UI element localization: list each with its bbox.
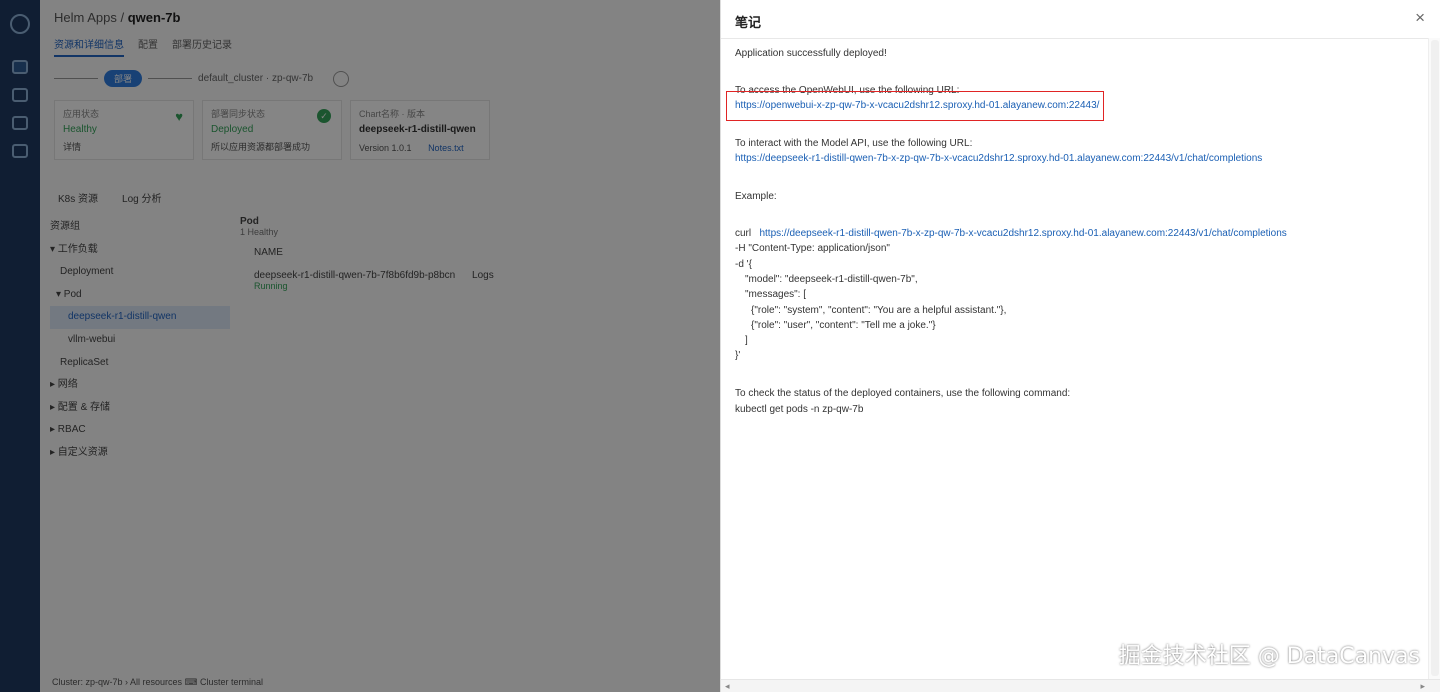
close-icon[interactable]: × — [1415, 8, 1425, 28]
vertical-scrollbar[interactable] — [1428, 38, 1440, 680]
horizontal-scrollbar[interactable]: ◂ ▸ — [721, 679, 1440, 692]
api-url-line: https://deepseek-r1-distill-qwen-7b-x-zp… — [735, 153, 1262, 164]
example-label: Example: — [735, 191, 777, 202]
curl-data-open: -d '{ — [735, 259, 752, 270]
header-divider — [721, 38, 1440, 39]
curl-data-close: }' — [735, 350, 741, 361]
url-highlight-box — [726, 91, 1104, 121]
kubectl-command: kubectl get pods -n zp-qw-7b — [735, 404, 864, 415]
curl-prefix: curl — [735, 228, 752, 239]
scroll-right-icon[interactable]: ▸ — [1420, 680, 1425, 692]
curl-user-message: {"role": "user", "content": "Tell me a j… — [751, 320, 936, 331]
scroll-thumb[interactable] — [1431, 40, 1439, 676]
curl-messages: "messages": [ — [745, 289, 807, 300]
curl-model: "model": "deepseek-r1-distill-qwen-7b", — [745, 274, 918, 285]
curl-line: curl https://deepseek-r1-distill-qwen-7b… — [735, 228, 1287, 239]
check-instruction: To check the status of the deployed cont… — [735, 388, 1071, 399]
watermark: 掘金技术社区 @ DataCanvas — [1118, 644, 1420, 669]
deploy-success-text: Application successfully deployed! — [735, 48, 887, 59]
api-instruction: To interact with the Model API, use the … — [735, 138, 973, 149]
curl-url-link[interactable]: https://deepseek-r1-distill-qwen-7b-x-zp… — [759, 228, 1286, 239]
curl-header: -H "Content-Type: application/json" — [735, 243, 890, 254]
api-url-link[interactable]: https://deepseek-r1-distill-qwen-7b-x-zp… — [735, 153, 1262, 164]
curl-system-message: {"role": "system", "content": "You are a… — [751, 305, 1007, 316]
scroll-left-icon[interactable]: ◂ — [725, 680, 730, 692]
curl-array-close: ] — [745, 335, 748, 346]
drawer-title: 笔记 — [735, 15, 762, 30]
modal-overlay[interactable] — [0, 0, 720, 692]
